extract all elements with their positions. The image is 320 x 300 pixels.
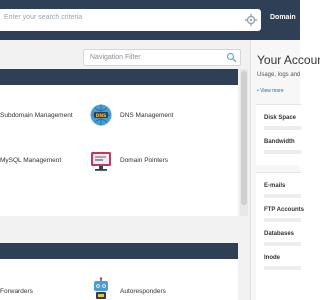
domain-pointers-link[interactable]: Domain Pointers <box>120 157 168 164</box>
stat-bar <box>264 242 301 246</box>
settings-icon[interactable] <box>244 13 258 27</box>
stat-bar <box>264 266 301 270</box>
stat-label: FTP Accounts <box>264 207 305 213</box>
stat-label: Inode <box>264 255 280 261</box>
subdomain-management-link[interactable]: Subdomain Management <box>0 112 73 119</box>
scrollbar-thumb[interactable] <box>241 71 247 205</box>
mysql-management-link[interactable]: MySQL Management <box>0 157 61 164</box>
stat-bar <box>264 126 301 130</box>
autoresponder-robot-icon[interactable] <box>89 277 113 300</box>
main-content: Navigation Filter Subdomain Management D… <box>0 40 250 300</box>
panel-header <box>0 69 238 85</box>
navigation-filter-input[interactable]: Navigation Filter <box>90 54 141 61</box>
account-sidebar: Your Account Usage, logs and • View more… <box>250 40 320 300</box>
stat-label: Databases <box>264 231 295 237</box>
stat-bar <box>264 218 301 222</box>
usage-card <box>256 104 301 165</box>
stat-label: Disk Space <box>264 115 297 121</box>
search-box[interactable]: Enter your search criteria <box>0 9 261 31</box>
forwarders-link[interactable]: Forwarders <box>0 288 33 295</box>
top-bar: Enter your search criteria Domain <box>0 0 300 40</box>
email-panel: Forwarders Autoresponders <box>0 243 238 300</box>
stat-bar <box>264 150 301 154</box>
navigation-filter[interactable]: Navigation Filter <box>83 49 241 66</box>
tools-panel: Subdomain Management DNS DNS Management … <box>0 69 238 216</box>
scrollbar[interactable] <box>240 69 248 216</box>
autoresponders-link[interactable]: Autoresponders <box>120 288 166 295</box>
svg-text:DNS: DNS <box>96 113 107 119</box>
dns-management-link[interactable]: DNS Management <box>120 112 173 119</box>
account-subtitle: Usage, logs and <box>257 72 301 78</box>
panel-header <box>0 243 238 259</box>
domain-label[interactable]: Domain <box>270 14 296 21</box>
account-title: Your Account <box>257 53 320 67</box>
stat-label: E-mails <box>264 183 286 189</box>
view-more-link[interactable]: • View more <box>257 88 284 94</box>
dns-globe-icon[interactable]: DNS <box>89 103 113 127</box>
stat-label: Bandwidth <box>264 139 295 145</box>
search-icon <box>226 52 237 63</box>
stat-bar <box>264 194 301 198</box>
search-input[interactable]: Enter your search criteria <box>4 14 82 21</box>
domain-pointers-icon[interactable] <box>89 149 113 173</box>
